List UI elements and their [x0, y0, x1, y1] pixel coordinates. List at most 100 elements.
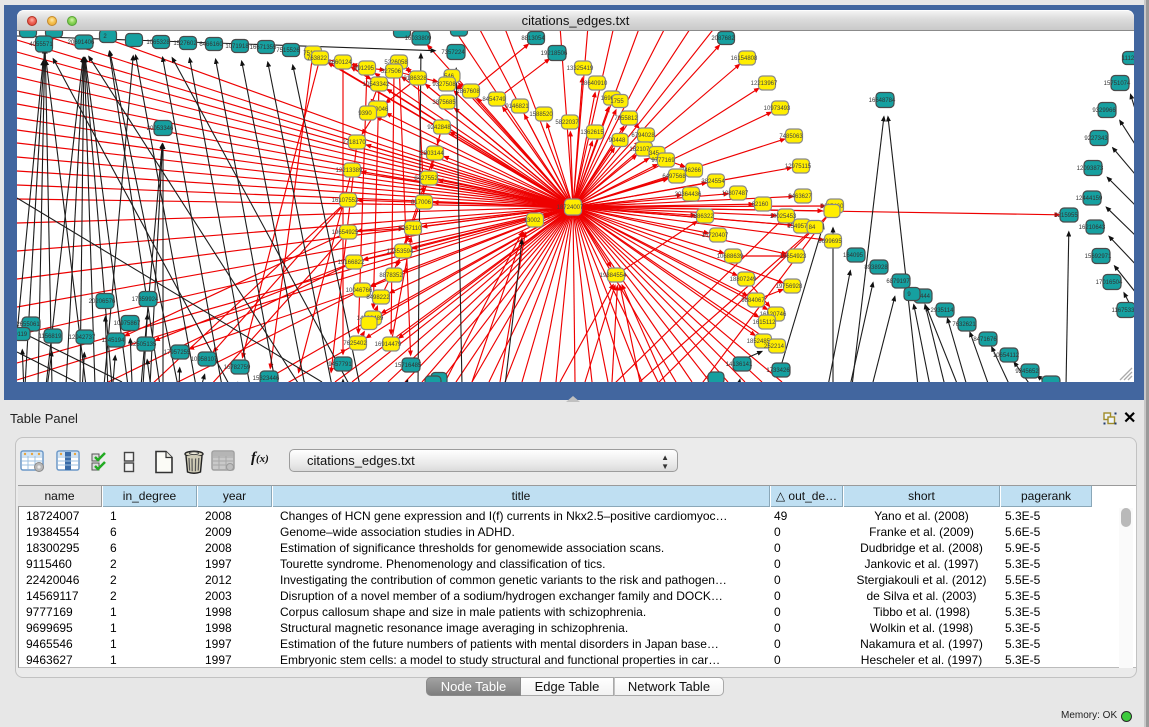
svg-text:84: 84: [809, 225, 816, 231]
svg-text:3824554: 3824554: [701, 179, 725, 185]
svg-text:9227343: 9227343: [1084, 136, 1108, 142]
svg-text:20364436: 20364436: [675, 192, 702, 198]
svg-text:252214: 252214: [764, 344, 785, 350]
svg-text:8427552: 8427552: [414, 176, 438, 182]
svg-text:8267110: 8267110: [399, 226, 423, 232]
svg-text:7515526: 7515526: [276, 48, 300, 54]
svg-text:10973493: 10973493: [764, 106, 791, 112]
svg-text:12093873: 12093873: [1077, 166, 1104, 172]
svg-text:12505135: 12505135: [130, 342, 157, 348]
svg-text:8813054: 8813054: [521, 36, 545, 42]
svg-text:1362615: 1362615: [580, 130, 604, 136]
svg-text:9327508: 9327508: [432, 82, 456, 88]
svg-text:10543342: 10543342: [363, 82, 390, 88]
svg-text:817006: 817006: [411, 200, 432, 206]
svg-text:1755: 1755: [610, 99, 624, 105]
svg-text:6879197: 6879197: [886, 279, 910, 285]
svg-text:9245652: 9245652: [1015, 369, 1039, 375]
svg-text:9884067: 9884067: [741, 298, 765, 304]
svg-text:2718170: 2718170: [342, 140, 366, 146]
svg-text:1167533: 1167533: [1112, 308, 1134, 314]
svg-text:6794028: 6794028: [631, 133, 655, 139]
svg-text:7955812: 7955812: [614, 116, 638, 122]
svg-text:18640910: 18640910: [581, 81, 608, 87]
svg-text:10654112: 10654112: [993, 353, 1020, 359]
svg-text:891295: 891295: [354, 66, 375, 72]
svg-text:12213967: 12213967: [751, 81, 778, 87]
svg-text:90448: 90448: [609, 138, 626, 144]
svg-text:7886322: 7886322: [690, 214, 714, 220]
svg-text:1527602: 1527602: [173, 41, 197, 47]
svg-text:10025453: 10025453: [770, 214, 797, 220]
svg-text:164095: 164095: [843, 253, 864, 259]
svg-text:14136141: 14136141: [726, 362, 753, 368]
svg-text:1615112: 1615112: [753, 320, 777, 326]
svg-text:19166822: 19166822: [338, 260, 365, 266]
svg-text:19218506: 19218506: [541, 51, 568, 57]
svg-text:2867608: 2867608: [456, 89, 480, 95]
svg-text:12975115: 12975115: [785, 164, 812, 170]
svg-text:1145194: 1145194: [102, 338, 126, 344]
svg-text:8498222: 8498222: [366, 295, 390, 301]
svg-text:16648784: 16648784: [869, 98, 896, 104]
svg-text:16782759: 16782759: [224, 365, 251, 371]
svg-text:20206576: 20206576: [89, 299, 116, 305]
svg-text:62160: 62160: [752, 202, 769, 208]
svg-text:16914479: 16914479: [375, 342, 402, 348]
svg-text:20053346: 20053346: [147, 126, 174, 132]
svg-text:9777169: 9777169: [651, 158, 675, 164]
svg-text:8454749: 8454749: [482, 97, 506, 103]
svg-text:12353594: 12353594: [387, 249, 414, 255]
svg-text:9329966: 9329966: [1092, 108, 1116, 114]
svg-text:10688639: 10688639: [717, 254, 744, 260]
svg-text:7357224: 7357224: [441, 50, 465, 56]
svg-text:9146821: 9146821: [505, 104, 529, 110]
svg-text:8660124: 8660124: [328, 60, 352, 66]
svg-text:20691406: 20691406: [68, 40, 95, 46]
svg-text:6497568: 6497568: [662, 174, 686, 180]
svg-text:17957255: 17957255: [164, 350, 191, 356]
svg-text:5822037: 5822037: [555, 120, 579, 126]
svg-text:19384554: 19384554: [600, 273, 627, 279]
svg-text:16210643: 16210643: [1079, 225, 1106, 231]
svg-text:15720407: 15720407: [702, 233, 729, 239]
svg-text:1733426: 1733426: [766, 368, 790, 374]
svg-text:8186328: 8186328: [403, 76, 427, 82]
svg-text:8215955: 8215955: [1054, 213, 1078, 219]
svg-text:16107552: 16107552: [332, 198, 359, 204]
svg-text:10046766: 10046766: [346, 288, 373, 294]
svg-text:4055571: 4055571: [29, 42, 53, 48]
svg-text:19654923: 19654923: [780, 254, 807, 260]
svg-text:9457791: 9457791: [328, 362, 352, 368]
svg-text:15692971: 15692971: [1085, 254, 1112, 260]
svg-text:8878352: 8878352: [379, 273, 403, 279]
svg-text:10807487: 10807487: [722, 191, 749, 197]
svg-text:12213389: 12213389: [336, 168, 363, 174]
svg-text:8471676: 8471676: [973, 337, 997, 343]
svg-text:10975867: 10975867: [114, 321, 141, 327]
svg-text:2935114: 2935114: [931, 308, 955, 314]
svg-text:327506: 327506: [381, 69, 402, 75]
svg-text:1588520: 1588520: [529, 112, 553, 118]
svg-text:15751074: 15751074: [1104, 81, 1131, 87]
svg-text:7625402: 7625402: [343, 341, 367, 347]
svg-text:1065328: 1065328: [146, 40, 170, 46]
svg-text:2087682: 2087682: [711, 36, 735, 42]
svg-text:12444159: 12444159: [1076, 196, 1103, 202]
svg-text:15716485: 15716485: [395, 363, 422, 369]
svg-text:9699695: 9699695: [818, 239, 842, 245]
svg-text:15323446: 15323446: [253, 376, 280, 382]
svg-text:10958107: 10958107: [191, 357, 218, 363]
svg-text:9390: 9390: [358, 111, 372, 117]
svg-text:19654925: 19654925: [332, 230, 359, 236]
svg-text:12942737: 12942737: [69, 335, 96, 341]
svg-text:17359924: 17359924: [132, 297, 159, 303]
svg-text:18724007: 18724007: [557, 205, 584, 211]
svg-text:18807249: 18807249: [730, 277, 757, 283]
svg-text:16154808: 16154808: [731, 56, 758, 62]
svg-text:1156819: 1156819: [39, 334, 63, 340]
svg-text:16671355: 16671355: [250, 45, 277, 51]
svg-text:19756928: 19756928: [776, 284, 803, 290]
svg-text:3875685: 3875685: [432, 100, 456, 106]
svg-text:763822: 763822: [307, 56, 328, 62]
